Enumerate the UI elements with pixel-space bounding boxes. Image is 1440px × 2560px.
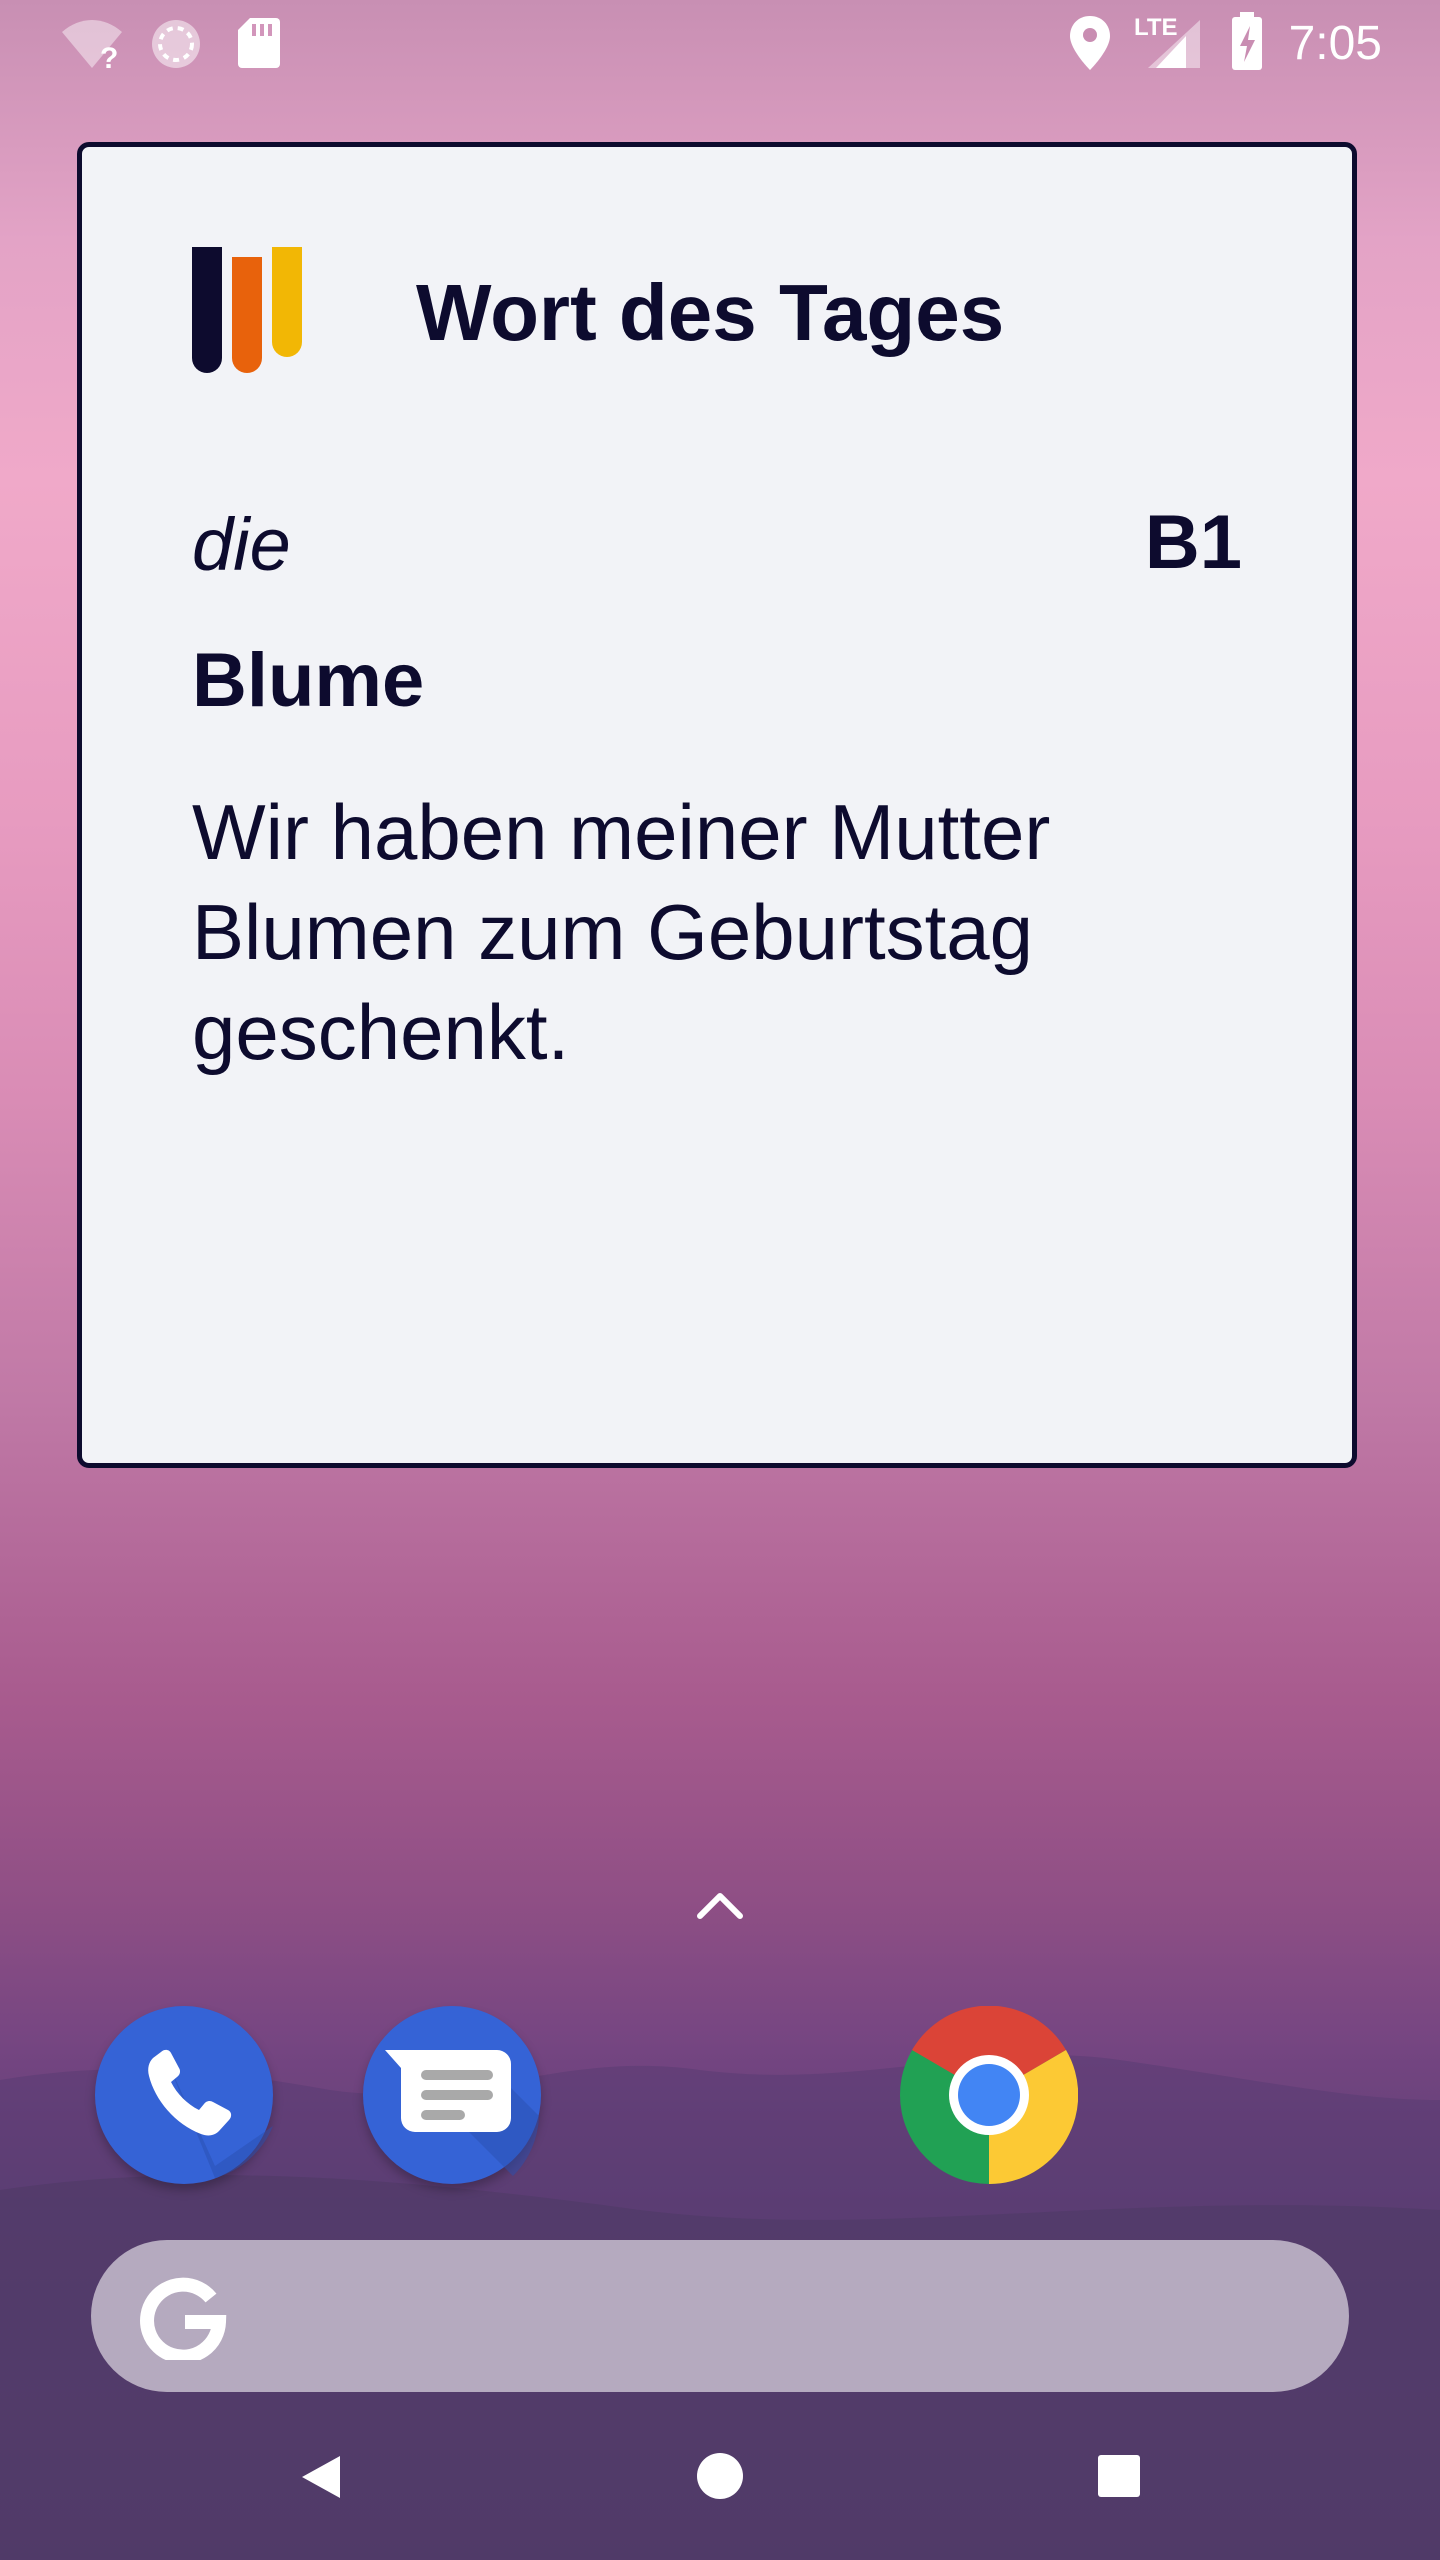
status-bar: ? LTE 7:05 [0,0,1440,84]
svg-text:?: ? [100,42,118,70]
location-icon [1070,16,1110,70]
word-of-the-day: Blume [192,638,425,723]
message-bubble-icon [385,2050,539,2176]
back-button[interactable] [296,2452,346,2502]
clock: 7:05 [1288,17,1382,70]
chrome-logo-icon [900,2005,1079,2185]
example-sentence: Wir haben meiner Mutter Blumen zum Gebur… [192,788,1051,1076]
phone-app-icon[interactable] [95,2006,273,2184]
google-search-bar[interactable] [91,2240,1349,2392]
app-logo-icon [192,247,302,373]
language-level-badge: B1 [1144,500,1242,585]
cell-signal-icon [1148,20,1200,68]
home-button[interactable] [696,2452,744,2500]
sd-card-icon [238,18,280,68]
chrome-app-icon[interactable] [900,2005,1079,2185]
word-article: die [192,503,291,586]
wifi-unknown-icon: ? [62,20,122,70]
battery-charging-icon [1232,12,1262,70]
messages-app-icon[interactable] [363,2006,541,2184]
app-drawer-chevron-up-icon[interactable] [694,1888,746,1922]
word-of-the-day-widget[interactable]: Wort des Tages die B1 Blume Wir haben me… [77,142,1357,1468]
phone-handset-icon [148,2049,273,2178]
google-g-icon [140,2277,227,2360]
widget-title: Wort des Tages [416,268,1005,357]
recents-button[interactable] [1097,2454,1141,2498]
sync-icon [152,20,200,68]
